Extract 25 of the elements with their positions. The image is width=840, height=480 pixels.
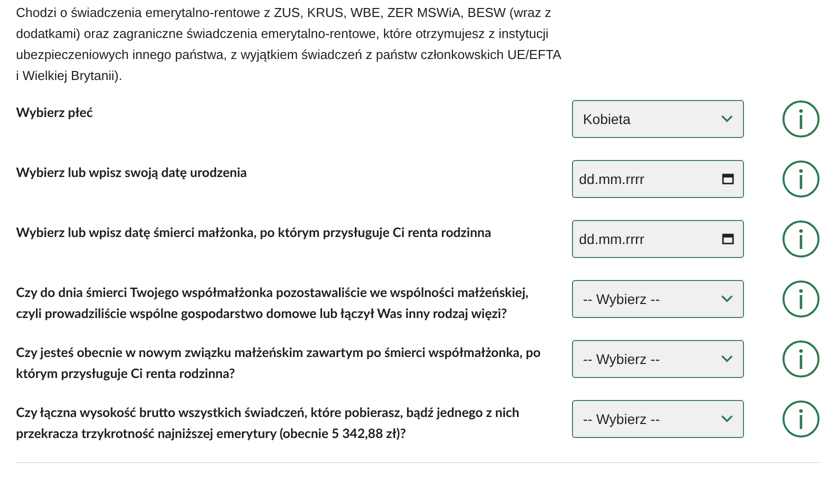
chevron-down-icon <box>721 115 733 123</box>
info-icon[interactable] <box>782 280 820 318</box>
question-label: Wybierz lub wpisz datę śmierci małżonka, po którym przysługuje Ci renta rodzinna <box>16 223 492 242</box>
intro-text: Chodzi o świadczenia emerytalno-rentowe z ZUS, KRUS, WBE, ZER MSWiA, BESW (wraz z dodatkami) oraz zagraniczne świadczenia emerytalno-rentowe, które otrzymujesz z instytucji ubezpieczeniowych innego państwa, z wyjątkiem świadczeń z państw członkowskich UE/EFTA i Wielkiej Brytanii). <box>16 4 561 85</box>
dropdown[interactable]: Kobieta <box>572 100 744 138</box>
info-icon[interactable] <box>782 160 820 198</box>
chevron-down-icon <box>721 415 733 423</box>
question-label: Wybierz lub wpisz swoją datę urodzenia <box>16 163 248 182</box>
info-icon[interactable] <box>782 400 820 438</box>
info-icon[interactable] <box>782 220 820 258</box>
dropdown[interactable]: -- Wybierz -- <box>572 280 744 318</box>
date-field[interactable]: dd.mm.rrrr <box>572 160 744 198</box>
dropdown[interactable]: -- Wybierz -- <box>572 400 744 438</box>
question-label: Czy łączna wysokość brutto wszystkich świadczeń, które pobierasz, bądź jednego z nich przekracza trzykrotność najniższej emerytury (obecnie 5 342,88 zł)? <box>16 403 520 443</box>
calendar-icon[interactable] <box>722 173 734 185</box>
dropdown[interactable]: -- Wybierz -- <box>572 340 744 378</box>
chevron-down-icon <box>721 295 733 303</box>
date-field[interactable]: dd.mm.rrrr <box>572 220 744 258</box>
chevron-down-icon <box>721 355 733 363</box>
info-icon[interactable] <box>782 340 820 378</box>
question-label: Wybierz płeć <box>16 103 94 122</box>
info-icon[interactable] <box>782 100 820 138</box>
question-label: Czy jesteś obecnie w nowym związku małżeńskim zawartym po śmierci współmałżonka, po którym przysługuje Ci renta rodzinna? <box>16 343 542 383</box>
calendar-icon[interactable] <box>722 233 734 245</box>
question-label: Czy do dnia śmierci Twojego współmałżonka pozostawaliście we wspólności małżeńskiej, czyli prowadziliście wspólne gospodarstwo domowe lub łączył Was inny rodzaj więzi? <box>16 283 530 323</box>
